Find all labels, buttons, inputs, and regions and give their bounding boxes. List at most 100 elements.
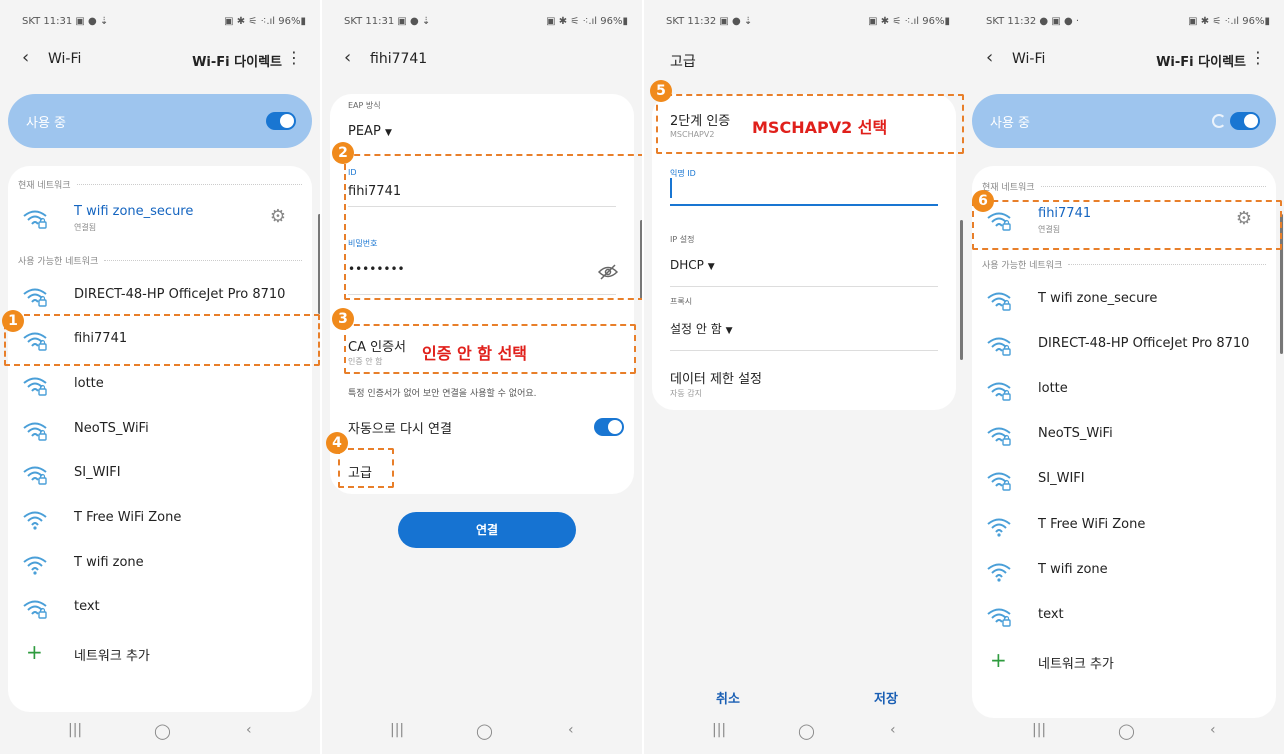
wifi-lock-icon xyxy=(22,464,48,486)
recent-apps-icon[interactable]: ||| xyxy=(1032,722,1046,738)
back-icon[interactable]: ‹ xyxy=(22,47,29,68)
home-icon[interactable]: ◯ xyxy=(154,722,171,740)
network-item[interactable]: lotte xyxy=(22,371,302,401)
wifi-direct-button[interactable]: Wi-Fi 다이렉트 xyxy=(192,51,282,70)
recent-apps-icon[interactable]: ||| xyxy=(712,722,726,738)
wifi-lock-icon xyxy=(22,286,48,308)
status-left: SKT 11:32 ▣ ● ⇣ xyxy=(666,16,753,27)
network-item[interactable]: DIRECT-48-HP OfficeJet Pro 8710 xyxy=(22,282,302,312)
add-network-label: 네트워크 추가 xyxy=(74,649,150,664)
nav-bar: ||| ◯ ‹ xyxy=(644,716,964,746)
network-item[interactable]: SI_WIFI xyxy=(986,466,1266,496)
page-title: Wi-Fi xyxy=(1012,51,1046,67)
scrollbar[interactable] xyxy=(318,214,320,314)
proxy-value: 설정 안 함 xyxy=(670,322,722,336)
dropdown-arrow-icon: ▼ xyxy=(725,326,733,336)
auto-reconnect-toggle[interactable] xyxy=(594,418,624,436)
ip-value: DHCP xyxy=(670,258,704,272)
network-item[interactable]: T wifi zone xyxy=(22,550,302,580)
ca-warning: 특정 인증서가 없어 보안 연결을 사용할 수 없어요. xyxy=(348,389,537,399)
wifi-toggle[interactable] xyxy=(266,112,296,130)
ip-dropdown[interactable]: DHCP ▼ xyxy=(670,258,715,272)
nav-back-icon[interactable]: ‹ xyxy=(1210,722,1216,738)
page-title: fihi7741 xyxy=(370,51,428,67)
step-badge: 3 xyxy=(332,308,354,330)
home-icon[interactable]: ◯ xyxy=(476,722,493,740)
gear-icon[interactable]: ⚙ xyxy=(270,206,286,227)
status-left: SKT 11:31 ▣ ● ⇣ xyxy=(22,16,109,27)
wifi-lock-icon xyxy=(986,606,1012,628)
network-name: DIRECT-48-HP OfficeJet Pro 8710 xyxy=(1038,336,1250,351)
current-network-item[interactable]: T wifi zone_secure 연결됨 ⚙ xyxy=(22,204,302,234)
network-name: T Free WiFi Zone xyxy=(74,510,182,525)
nav-back-icon[interactable]: ‹ xyxy=(568,722,574,738)
back-icon[interactable]: ‹ xyxy=(344,47,351,68)
wifi-icon xyxy=(986,516,1012,538)
network-name: T wifi zone_secure xyxy=(1038,291,1158,306)
page-title: 고급 xyxy=(670,54,696,70)
wifi-lock-icon xyxy=(22,208,48,230)
more-options-icon[interactable]: ⋮ xyxy=(1250,48,1266,67)
network-item[interactable]: T Free WiFi Zone xyxy=(986,512,1266,542)
wifi-lock-icon xyxy=(22,598,48,620)
wifi-direct-button[interactable]: Wi-Fi 다이렉트 xyxy=(1156,51,1246,70)
step-badge: 4 xyxy=(326,432,348,454)
status-left: SKT 11:32 ● ▣ ● · xyxy=(986,16,1080,27)
network-name: T wifi zone xyxy=(74,555,144,570)
anon-id-input[interactable] xyxy=(670,204,938,206)
highlight-box xyxy=(4,314,320,366)
network-item[interactable]: NeoTS_WiFi xyxy=(986,421,1266,451)
recent-apps-icon[interactable]: ||| xyxy=(68,722,82,738)
eap-dropdown[interactable]: PEAP ▼ xyxy=(348,124,392,139)
network-item[interactable]: text xyxy=(22,594,302,624)
divider xyxy=(1040,186,1266,187)
cancel-button[interactable]: 취소 xyxy=(716,688,740,707)
phase2-annotation: MSCHAPV2 선택 xyxy=(752,118,888,137)
back-icon[interactable]: ‹ xyxy=(986,47,993,68)
network-name: T Free WiFi Zone xyxy=(1038,517,1146,532)
scrollbar[interactable] xyxy=(960,220,963,360)
proxy-dropdown[interactable]: 설정 안 함 ▼ xyxy=(670,320,733,337)
network-name: text xyxy=(74,599,100,614)
status-bar: SKT 11:31 ▣ ● ⇣ ▣ ✱ ⚟ ⁖.ıl 96%▮ xyxy=(0,12,320,32)
wifi-master-switch[interactable]: 사용 중 xyxy=(972,94,1276,148)
current-network-header: 현재 네트워크 xyxy=(18,178,302,191)
metered-label[interactable]: 데이터 제한 설정 xyxy=(670,368,762,387)
add-network-button[interactable]: + 네트워크 추가 xyxy=(22,640,302,670)
nav-bar: ||| ◯ ‹ xyxy=(964,716,1284,746)
wifi-on-label: 사용 중 xyxy=(26,116,67,131)
proxy-label: 프록시 xyxy=(670,297,693,306)
nav-back-icon[interactable]: ‹ xyxy=(246,722,252,738)
home-icon[interactable]: ◯ xyxy=(798,722,815,740)
home-icon[interactable]: ◯ xyxy=(1118,722,1135,740)
network-name: SI_WIFI xyxy=(74,465,121,480)
step-badge: 6 xyxy=(972,190,994,212)
network-name: T wifi zone xyxy=(1038,562,1108,577)
available-network-header: 사용 가능한 네트워크 xyxy=(982,258,1266,271)
add-network-button[interactable]: + 네트워크 추가 xyxy=(986,648,1266,678)
wifi-master-switch[interactable]: 사용 중 xyxy=(8,94,312,148)
page-title: Wi-Fi xyxy=(48,51,82,67)
network-item[interactable]: T wifi zone xyxy=(986,557,1266,587)
wifi-toggle[interactable] xyxy=(1230,112,1260,130)
connect-button[interactable]: 연결 xyxy=(398,512,576,548)
more-options-icon[interactable]: ⋮ xyxy=(286,48,302,67)
add-network-label: 네트워크 추가 xyxy=(1038,657,1114,672)
nav-back-icon[interactable]: ‹ xyxy=(890,722,896,738)
network-item[interactable]: lotte xyxy=(986,376,1266,406)
plus-icon: + xyxy=(26,640,43,664)
section-label: 현재 네트워크 xyxy=(982,183,1035,193)
network-item[interactable]: DIRECT-48-HP OfficeJet Pro 8710 xyxy=(986,331,1266,361)
network-item[interactable]: T wifi zone_secure xyxy=(986,286,1266,316)
recent-apps-icon[interactable]: ||| xyxy=(390,722,404,738)
network-item[interactable]: text xyxy=(986,602,1266,632)
wifi-lock-icon xyxy=(986,335,1012,357)
metered-value: 자동 감지 xyxy=(670,389,702,398)
network-item[interactable]: T Free WiFi Zone xyxy=(22,505,302,535)
app-bar: ‹ Wi-Fi Wi-Fi 다이렉트 ⋮ xyxy=(0,44,320,76)
highlight-box xyxy=(338,448,394,488)
network-item[interactable]: SI_WIFI xyxy=(22,460,302,490)
save-button[interactable]: 저장 xyxy=(874,688,898,707)
app-bar: 고급 xyxy=(644,44,964,76)
network-item[interactable]: NeoTS_WiFi xyxy=(22,416,302,446)
